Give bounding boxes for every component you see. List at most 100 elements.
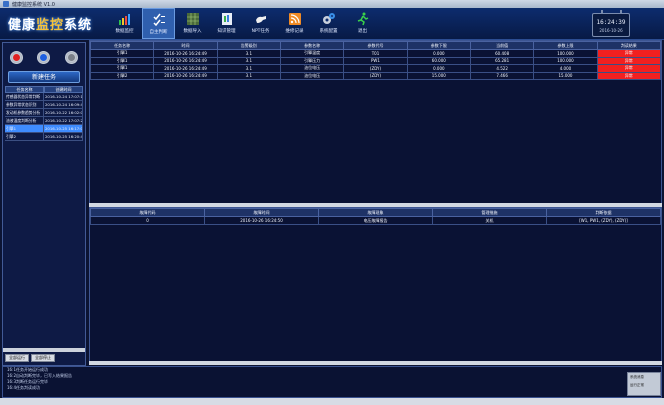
record-icon bbox=[13, 54, 21, 61]
alarm-result-cell: 异常 bbox=[596, 64, 662, 73]
sidebar-scrollbar[interactable] bbox=[3, 348, 85, 352]
fault-cell: 关机 bbox=[432, 216, 547, 225]
alarm-row[interactable]: 引擎1 2016-10-26 16:24:49 3.1 油位电压 (ZDY) 0.000 4… bbox=[89, 64, 662, 73]
task-name: 发动机参数趋势分析 bbox=[5, 109, 44, 117]
app-icon bbox=[3, 1, 9, 7]
play-button[interactable] bbox=[37, 51, 51, 64]
window-title: 健康监控系统 V1.0 bbox=[12, 2, 55, 8]
fault-col-header[interactable]: 故障时间 bbox=[204, 208, 319, 217]
alarm-cell: PW1 bbox=[343, 56, 408, 65]
toolbar-label: 数据监控 bbox=[115, 29, 134, 34]
clock-widget: 16:24:39 2016-10-26 bbox=[592, 10, 630, 37]
toolbar-label: NPT任务 bbox=[251, 29, 270, 34]
task-col-name[interactable]: 任务名称 bbox=[5, 86, 44, 93]
alarm-cell: 65.281 bbox=[469, 56, 535, 65]
alarm-cell: 4.522 bbox=[469, 64, 535, 73]
alarm-cell: 3.1 bbox=[216, 71, 281, 80]
main-toolbar: 数据监控 自主判断 数据导入 知识管理 NPT任务 维修记录 系统配置 退出 bbox=[108, 8, 380, 40]
running-man-icon bbox=[356, 11, 370, 26]
os-taskbar bbox=[0, 398, 664, 405]
alarm-cell: 引擎1 bbox=[89, 64, 155, 73]
task-time: 2016-10-24 17:07:19 bbox=[44, 93, 83, 101]
fault-col-header[interactable]: 管理措施 bbox=[432, 208, 547, 217]
alarm-table: 任务名称 时间 告警级别 参数名称 参数代号 参数下限 当前值 参数上限 判读结果 引擎1 201… bbox=[89, 41, 662, 80]
pause-button[interactable] bbox=[64, 51, 78, 64]
new-task-button[interactable]: 新建任务 bbox=[8, 71, 80, 83]
task-row[interactable]: 引擎2 2016-10-25 16:20:47 bbox=[5, 133, 83, 141]
alarm-row[interactable]: 引擎1 2016-10-26 16:24:49 3.1 引擎压力 PW1 60.000 65… bbox=[89, 56, 662, 65]
task-time: 2016-10-22 17:07:29 bbox=[44, 117, 83, 125]
alarm-cell: (ZDY) bbox=[343, 64, 408, 73]
toolbar-label: 系统配置 bbox=[319, 29, 338, 34]
alarm-cell: 引擎2 bbox=[89, 71, 155, 80]
toolbar-label: 数据导入 bbox=[183, 29, 202, 34]
alarm-cell: (ZDY) bbox=[343, 71, 408, 80]
alarm-col-header[interactable]: 任务名称 bbox=[89, 41, 155, 50]
alarm-result-cell: 异常 bbox=[596, 56, 662, 65]
checklist-icon bbox=[152, 12, 166, 27]
toolbar-button-8[interactable]: 退出 bbox=[346, 8, 379, 39]
app-header: 健康监控系统 数据监控 自主判断 数据导入 知识管理 NPT任务 维修记录 系统配置 退出 1… bbox=[0, 8, 664, 40]
alarm-col-header[interactable]: 告警级别 bbox=[216, 41, 281, 50]
alarm-cell: 引擎温度 bbox=[279, 49, 345, 58]
alarm-row[interactable]: 引擎2 2016-10-26 16:24:49 3.1 油位电压 (ZDY) 15.000… bbox=[89, 71, 662, 80]
alarm-cell: 3.1 bbox=[216, 56, 281, 65]
stop-button[interactable] bbox=[10, 51, 24, 64]
fault-table: 故障代码 故障时间 故障现象 管理措施 判断依据 0 2016-10-26 16:24:5… bbox=[90, 208, 661, 225]
toolbar-button-6[interactable]: 维修记录 bbox=[278, 8, 311, 39]
alarm-cell: 2016-10-26 16:24:49 bbox=[153, 56, 218, 65]
alarm-cell: 引擎1 bbox=[89, 56, 155, 65]
alarm-col-header[interactable]: 参数名称 bbox=[279, 41, 345, 50]
alarm-cell: 100.000 bbox=[533, 56, 598, 65]
task-row[interactable]: 发动机参数趋势分析 2016-10-22 16:02:01 bbox=[5, 109, 83, 117]
alarm-col-header[interactable]: 参数下限 bbox=[406, 41, 471, 50]
run-all-button[interactable]: 全部运行 bbox=[5, 354, 29, 362]
alarm-cell: 2016-10-26 16:24:49 bbox=[153, 49, 218, 58]
toolbar-button-2[interactable]: 自主判断 bbox=[142, 8, 175, 39]
task-name: 参数异常状态识别 bbox=[5, 101, 44, 109]
task-time: 2016-10-24 16:09:46 bbox=[44, 101, 83, 109]
alarm-cell: 油位电压 bbox=[279, 64, 345, 73]
toolbar-button-7[interactable]: 系统配置 bbox=[312, 8, 345, 39]
task-row[interactable]: 传感器状态异常判断 2016-10-24 17:07:19 bbox=[5, 93, 83, 101]
alarm-col-header[interactable]: 时间 bbox=[153, 41, 218, 50]
alarm-cell: 2016-10-26 16:24:49 bbox=[153, 64, 218, 73]
alarm-cell: 60.000 bbox=[406, 56, 471, 65]
task-name: 引擎1 bbox=[5, 125, 44, 133]
task-name: 引擎2 bbox=[5, 133, 44, 141]
stop-all-button[interactable]: 全部停止 bbox=[31, 354, 55, 362]
fault-col-header[interactable]: 故障现象 bbox=[318, 208, 433, 217]
alarm-cell: 引擎压力 bbox=[279, 56, 345, 65]
fault-col-header[interactable]: 故障代码 bbox=[90, 208, 205, 217]
task-time: 2016-10-22 16:02:01 bbox=[44, 109, 83, 117]
alarm-row[interactable]: 引擎1 2016-10-26 16:24:49 3.1 引擎温度 T01 0.000 60.… bbox=[89, 49, 662, 58]
alarm-col-header[interactable]: 判读结果 bbox=[596, 41, 662, 50]
bar-chart-icon bbox=[118, 11, 132, 25]
alarm-cell: 3.1 bbox=[216, 64, 281, 73]
task-row[interactable]: 油液温度判断分析 2016-10-22 17:07:29 bbox=[5, 117, 83, 125]
alarm-result-cell: 异常 bbox=[596, 49, 662, 58]
alarm-col-header[interactable]: 参数代号 bbox=[343, 41, 408, 50]
fault-cell: 2016-10-26 16:24:50 bbox=[204, 216, 319, 225]
task-sidebar: 新建任务 任务名称 创建时间 传感器状态异常判断 2016-10-24 17:07… bbox=[2, 42, 86, 366]
alarm-table-panel: 任务名称 时间 告警级别 参数名称 参数代号 参数下限 当前值 参数上限 判读结果 引擎1 201… bbox=[89, 40, 662, 206]
task-col-time[interactable]: 创建时间 bbox=[44, 86, 83, 93]
fault-cell: [W1, PW1, (ZDY), (ZDY)] bbox=[546, 216, 661, 225]
alarm-cell: 2016-10-26 16:24:49 bbox=[153, 71, 218, 80]
grid-data-icon bbox=[186, 11, 200, 25]
bottom-scrollbar[interactable] bbox=[89, 361, 662, 365]
task-row[interactable]: 引擎1 2016-10-25 16:17:06 bbox=[5, 125, 83, 133]
toolbar-button-4[interactable]: 知识管理 bbox=[210, 8, 243, 39]
alarm-col-header[interactable]: 当前值 bbox=[469, 41, 535, 50]
toolbar-button-1[interactable]: 数据监控 bbox=[108, 8, 141, 39]
alarm-col-header[interactable]: 参数上限 bbox=[533, 41, 598, 50]
toolbar-button-5[interactable]: NPT任务 bbox=[244, 8, 277, 39]
notification-box: 系统消息 运行正常 bbox=[627, 372, 661, 396]
task-row[interactable]: 参数异常状态识别 2016-10-24 16:09:46 bbox=[5, 101, 83, 109]
toolbar-button-3[interactable]: 数据导入 bbox=[176, 8, 209, 39]
toolbar-label: 退出 bbox=[358, 29, 367, 34]
hand-icon bbox=[254, 11, 268, 25]
alarm-cell: 0.000 bbox=[406, 64, 471, 73]
fault-row[interactable]: 0 2016-10-26 16:24:50 电压故障报告 关机 [W1, PW1, (Z… bbox=[90, 216, 661, 225]
fault-col-header[interactable]: 判断依据 bbox=[546, 208, 661, 217]
